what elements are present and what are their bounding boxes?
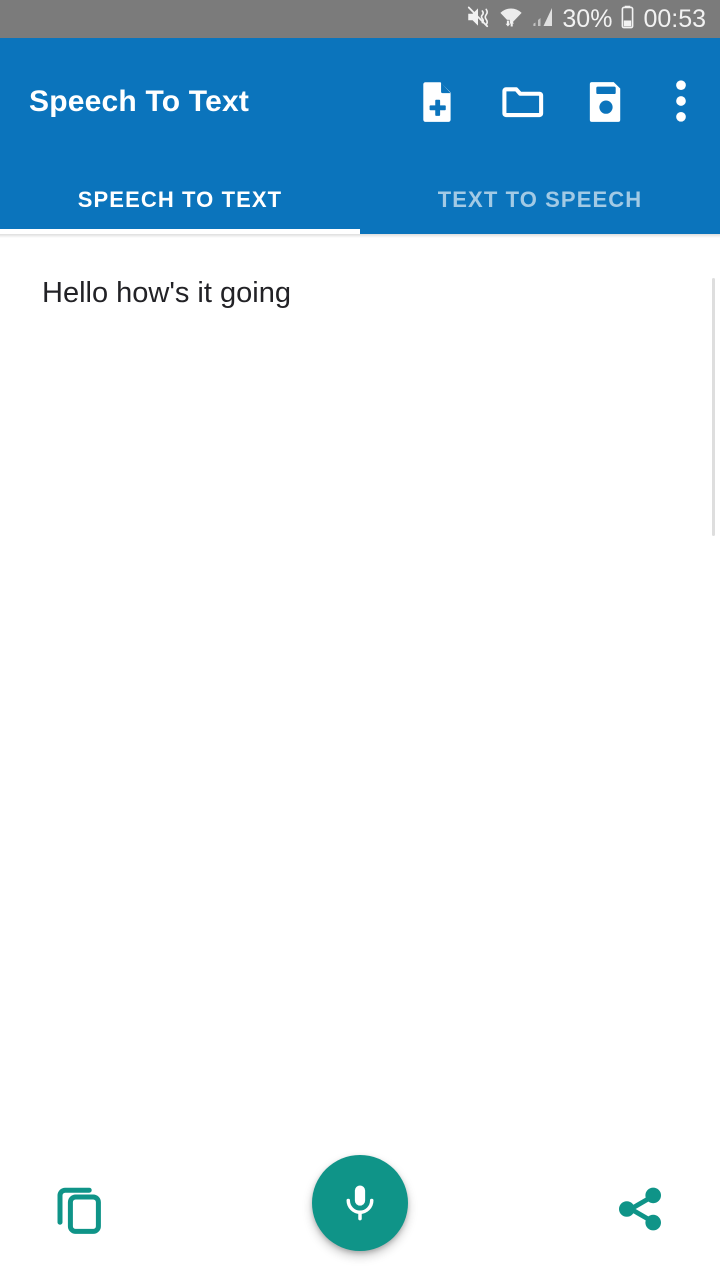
tab-speech-to-text[interactable]: Speech To Text xyxy=(0,166,360,234)
battery-percent-label: 30% xyxy=(562,4,613,33)
save-icon xyxy=(586,80,626,125)
tab-text-to-speech-label: Text To Speech xyxy=(437,187,643,212)
tab-bar: Speech To Text Text To Speech xyxy=(0,166,720,234)
clock-label: 00:53 xyxy=(643,4,706,33)
tab-text-to-speech[interactable]: Text To Speech xyxy=(360,166,720,234)
new-document-button[interactable] xyxy=(396,38,480,166)
share-icon xyxy=(612,1181,668,1240)
microphone-icon xyxy=(338,1180,382,1227)
app-bar-actions xyxy=(396,38,720,166)
battery-icon xyxy=(619,4,636,35)
app-screen: 30% 00:53 Speech To Text SPEECH TO TEXT … xyxy=(0,0,720,1280)
transcript-input[interactable]: Hello how's it going xyxy=(42,274,690,313)
folder-icon xyxy=(500,81,544,124)
save-button[interactable] xyxy=(564,38,648,166)
record-microphone-button[interactable] xyxy=(312,1155,408,1251)
appbar-shadow xyxy=(0,234,720,238)
app-bar: Speech To Text xyxy=(0,38,720,166)
content-area: Hello how's it going xyxy=(0,234,720,1140)
cellular-signal-icon xyxy=(531,4,555,35)
tab-speech-to-text-label: Speech To Text xyxy=(77,187,283,212)
scrollbar[interactable] xyxy=(711,278,715,536)
share-button[interactable] xyxy=(565,1140,715,1280)
copy-icon xyxy=(52,1181,108,1240)
overflow-menu-icon xyxy=(675,79,687,126)
overflow-menu-button[interactable] xyxy=(648,38,720,166)
status-bar: 30% 00:53 xyxy=(0,0,720,38)
page-title: Speech To Text xyxy=(29,85,250,118)
mute-vibrate-icon xyxy=(465,4,491,35)
scrollbar-thumb[interactable] xyxy=(712,278,715,536)
wifi-icon xyxy=(498,4,524,35)
open-folder-button[interactable] xyxy=(480,38,564,166)
copy-button[interactable] xyxy=(5,1140,155,1280)
new-document-icon xyxy=(418,80,458,125)
